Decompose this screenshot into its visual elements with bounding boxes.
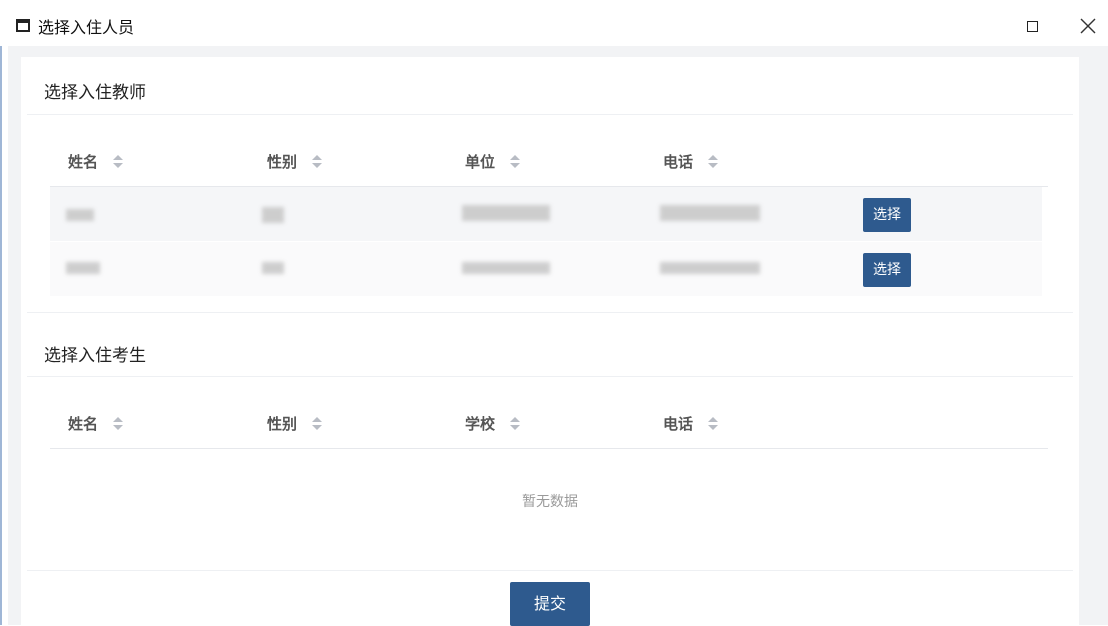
sort-icon[interactable]: [708, 416, 718, 432]
title-bar: 选择入住人员: [0, 0, 1108, 46]
redacted-unit: [462, 205, 550, 221]
close-icon: [1080, 18, 1096, 34]
sort-icon[interactable]: [312, 416, 322, 432]
teacher-col-phone[interactable]: 电话: [663, 151, 693, 172]
table-row[interactable]: 选择: [50, 187, 1042, 241]
sort-icon[interactable]: [708, 154, 718, 170]
redacted-phone: [660, 262, 760, 274]
sort-icon[interactable]: [510, 416, 520, 432]
sort-icon[interactable]: [113, 416, 123, 432]
sort-icon[interactable]: [113, 154, 123, 170]
teacher-col-name[interactable]: 姓名: [68, 151, 98, 172]
window-title: 选择入住人员: [38, 18, 135, 37]
teacher-col-gender[interactable]: 性别: [267, 151, 297, 172]
dialog-card: 选择入住教师 姓名 性别 单位 电话 选择 选择 选择入住考生 姓名 性别 学校…: [21, 57, 1079, 626]
table-row[interactable]: 选择: [50, 242, 1042, 296]
student-col-phone[interactable]: 电话: [663, 413, 693, 434]
empty-state-text: 暂无数据: [522, 494, 578, 510]
redacted-gender: [262, 207, 284, 223]
teacher-col-unit[interactable]: 单位: [465, 151, 495, 172]
section-divider: [27, 570, 1073, 571]
redacted-gender: [262, 262, 284, 274]
student-section-title: 选择入住考生: [44, 346, 146, 366]
dialog-content: 选择入住教师 姓名 性别 单位 电话 选择 选择 选择入住考生 姓名 性别 学校…: [8, 46, 1108, 626]
redacted-name: [66, 209, 94, 221]
student-col-gender[interactable]: 性别: [267, 413, 297, 434]
section-divider: [27, 312, 1073, 313]
select-button[interactable]: 选择: [863, 253, 911, 287]
student-section-divider: [27, 376, 1073, 377]
window-icon: [16, 19, 30, 32]
sort-icon[interactable]: [312, 154, 322, 170]
maximize-button[interactable]: [1019, 12, 1047, 40]
teacher-section-divider: [27, 114, 1073, 115]
table-header-divider: [50, 448, 1048, 449]
redacted-unit: [462, 262, 550, 274]
close-button[interactable]: [1074, 12, 1102, 40]
redacted-name: [66, 262, 100, 274]
maximize-icon: [1027, 21, 1038, 32]
student-col-name[interactable]: 姓名: [68, 413, 98, 434]
select-button[interactable]: 选择: [863, 198, 911, 232]
redacted-phone: [660, 205, 760, 221]
submit-button[interactable]: 提交: [510, 582, 590, 626]
sort-icon[interactable]: [510, 154, 520, 170]
teacher-section-title: 选择入住教师: [44, 83, 146, 103]
student-col-school[interactable]: 学校: [465, 413, 495, 434]
